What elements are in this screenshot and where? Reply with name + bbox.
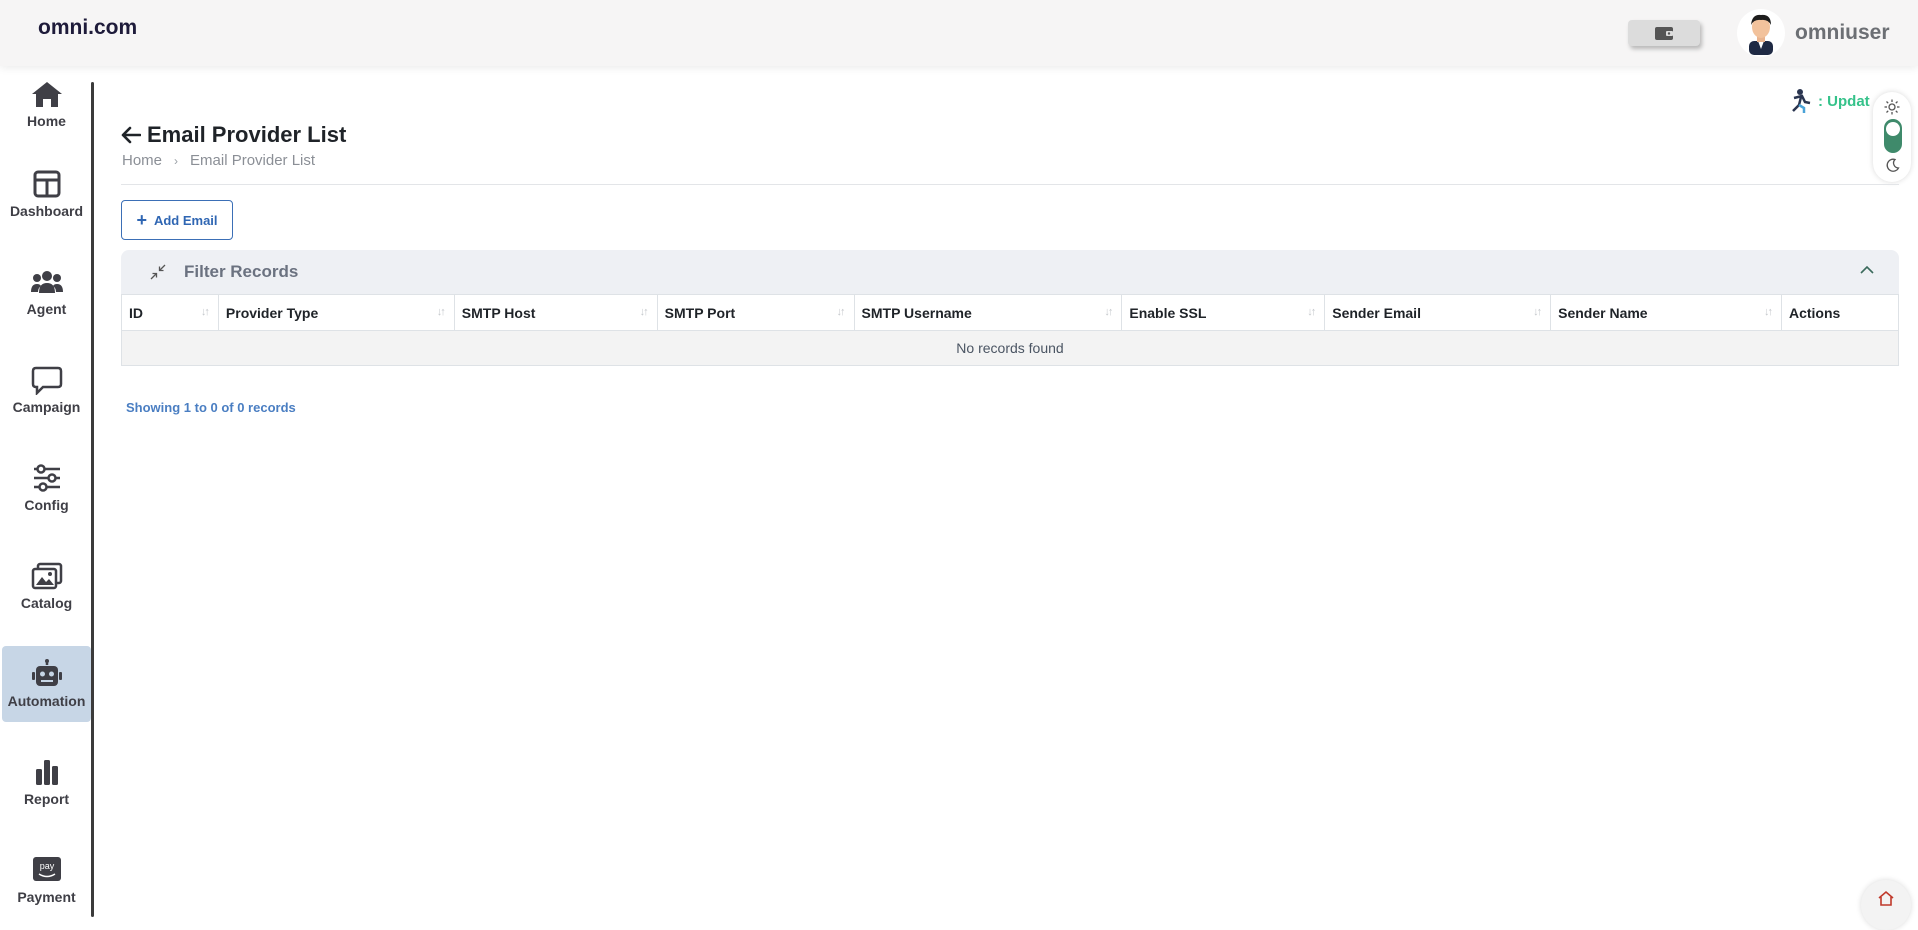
sidebar-item-home[interactable]: Home: [2, 66, 91, 142]
add-email-label: Add Email: [153, 212, 218, 228]
page-title-text: Email Provider List: [147, 122, 347, 147]
sidebar-item-label: Report: [23, 791, 70, 807]
automation-icon: [31, 659, 62, 686]
column-header-smtp-username[interactable]: SMTP Username ↓↑: [853, 294, 1123, 331]
sidebar-item-automation[interactable]: Automation: [2, 646, 91, 722]
report-icon: [35, 760, 58, 785]
sun-icon: [1884, 99, 1900, 115]
dashboard-icon: [33, 170, 60, 198]
column-header-enable-ssl[interactable]: Enable SSL ↓↑: [1121, 294, 1326, 331]
column-header-actions: Actions: [1780, 294, 1900, 331]
svg-text:pay: pay: [39, 861, 54, 871]
add-email-button[interactable]: + Add Email: [121, 200, 233, 240]
sidebar: Home Dashboard Agent Campaign Config Cat…: [0, 66, 95, 917]
update-status[interactable]: : Updat: [1786, 88, 1870, 114]
sort-icon: ↓↑: [436, 306, 446, 318]
wallet-button[interactable]: [1628, 20, 1700, 46]
theme-toggle[interactable]: [1873, 92, 1911, 182]
header-divider: [121, 184, 1899, 185]
top-bar: omni.com omniuser: [0, 0, 1918, 66]
breadcrumb: Home › Email Provider List: [122, 152, 315, 169]
sort-icon: ↓↑: [1104, 306, 1113, 318]
chevron-up-icon[interactable]: [1859, 264, 1875, 276]
sort-icon: ↓↑: [836, 306, 846, 318]
column-header-sender-name[interactable]: Sender Name ↓↑: [1550, 294, 1782, 331]
sort-icon: ↓↑: [200, 306, 210, 318]
sort-icon: ↓↑: [1307, 306, 1316, 318]
sidebar-scrollbar[interactable]: [91, 82, 94, 917]
column-header-provider-type[interactable]: Provider Type ↓↑: [217, 294, 455, 331]
column-header-smtp-host[interactable]: SMTP Host ↓↑: [453, 294, 658, 331]
column-header-smtp-port[interactable]: SMTP Port ↓↑: [656, 294, 855, 331]
email-provider-table: ID ↓↑ Provider Type ↓↑ SMTP Host ↓↑ SMTP Po…: [121, 294, 1900, 366]
sidebar-item-payment[interactable]: pay Payment: [2, 842, 91, 918]
sidebar-item-label: Campaign: [12, 399, 81, 415]
toggle-track[interactable]: [1884, 119, 1902, 153]
records-info: Showing 1 to 0 of 0 records: [126, 400, 296, 415]
sidebar-item-label: Catalog: [20, 595, 73, 611]
user-avatar-icon: [1749, 14, 1773, 55]
empty-message: No records found: [121, 330, 1899, 366]
campaign-icon: [31, 366, 62, 395]
sort-icon: ↓↑: [1533, 306, 1542, 318]
column-header-id[interactable]: ID ↓↑: [121, 294, 219, 331]
avatar[interactable]: [1737, 9, 1785, 57]
sidebar-item-config[interactable]: Config: [2, 450, 91, 526]
filter-panel[interactable]: Filter Records: [121, 250, 1899, 294]
sidebar-item-label: Automation: [7, 693, 86, 709]
column-header-sender-email[interactable]: Sender Email ↓↑: [1324, 294, 1552, 331]
sidebar-item-campaign[interactable]: Campaign: [2, 352, 91, 428]
home-icon: [31, 82, 62, 107]
wallet-icon: [1655, 27, 1673, 40]
sidebar-item-agent[interactable]: Agent: [2, 254, 91, 330]
brand-logo[interactable]: omni.com: [38, 16, 137, 40]
sort-icon: ↓↑: [1763, 306, 1773, 318]
moon-icon: [1886, 158, 1900, 172]
table-header-row: ID ↓↑ Provider Type ↓↑ SMTP Host ↓↑ SMTP Po…: [121, 294, 1900, 331]
collapse-arrows-icon[interactable]: [150, 264, 166, 280]
sidebar-item-report[interactable]: Report: [2, 744, 91, 820]
sidebar-item-label: Home: [27, 113, 66, 129]
catalog-icon: [31, 562, 62, 590]
filter-title: Filter Records: [184, 262, 299, 281]
table-row: No records found: [121, 330, 1899, 366]
sidebar-item-label: Payment: [17, 889, 76, 905]
sidebar-item-dashboard[interactable]: Dashboard: [2, 156, 91, 232]
sidebar-item-label: Agent: [26, 301, 67, 317]
breadcrumb-home[interactable]: Home: [122, 152, 162, 169]
agent-icon: [30, 271, 63, 293]
toggle-knob[interactable]: [1886, 122, 1900, 136]
payment-icon: pay: [32, 857, 61, 881]
sort-icon: ↓↑: [639, 306, 649, 318]
sidebar-item-label: Config: [24, 497, 69, 513]
back-arrow-icon[interactable]: [121, 126, 141, 144]
chevron-right-icon: ›: [174, 153, 179, 168]
sidebar-item-catalog[interactable]: Catalog: [2, 548, 91, 624]
running-person-icon: [1792, 89, 1811, 113]
home-outline-icon: [1878, 890, 1894, 906]
config-icon: [33, 464, 60, 492]
breadcrumb-current: Email Provider List: [190, 152, 316, 169]
username[interactable]: omniuser: [1795, 21, 1890, 45]
home-fab-button[interactable]: [1861, 880, 1911, 930]
plus-icon: +: [136, 209, 147, 230]
page-title: Email Provider List: [121, 122, 346, 148]
update-status-text: : Updat: [1818, 92, 1870, 110]
sidebar-item-label: Dashboard: [9, 203, 84, 219]
